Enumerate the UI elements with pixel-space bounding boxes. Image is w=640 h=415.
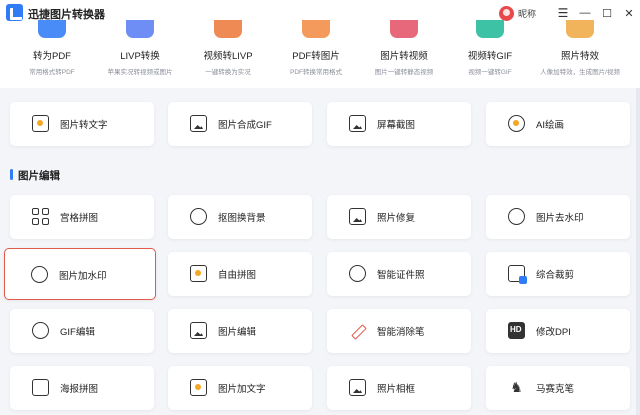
card-gif-edit[interactable]: GIF编辑 — [10, 309, 154, 353]
hd-icon — [508, 322, 525, 339]
screenshot-icon — [349, 115, 366, 132]
mosaic-horse-icon: ♞ — [510, 379, 523, 395]
free-collage-icon — [190, 265, 207, 282]
video-livp-icon — [214, 20, 242, 38]
section-title: 图片编辑 — [18, 170, 60, 182]
ocr-icon — [32, 115, 49, 132]
gif-compose-icon — [190, 115, 207, 132]
tool-label: 图片转视频 — [380, 51, 428, 62]
frame-icon — [349, 379, 366, 396]
maximize-button[interactable]: ☐ — [596, 0, 618, 26]
tool-desc: 视频一键转GIF — [468, 69, 512, 76]
card-screenshot[interactable]: 屏幕截图 — [327, 102, 471, 146]
card-photo-frame[interactable]: 照片相框 — [327, 366, 471, 410]
image-video-icon — [390, 20, 418, 38]
tool-desc: 苹果实况转视频或图片 — [107, 69, 173, 76]
card-image-gif[interactable]: 图片合成GIF — [168, 102, 312, 146]
add-watermark-icon — [31, 266, 48, 283]
poster-icon — [32, 379, 49, 396]
tool-label: LIVP转换 — [120, 51, 160, 62]
tool-desc: 常用格式转PDF — [29, 69, 75, 76]
card-cutout-background[interactable]: 抠图换背景 — [168, 195, 312, 239]
tool-desc: 人像加特效，生成图片/视频 — [540, 69, 620, 76]
card-label: 综合裁剪 — [536, 270, 575, 281]
tool-label: 视频转GIF — [467, 51, 513, 62]
tool-label: 视频转LIVP — [203, 51, 253, 62]
card-label: 海报拼图 — [60, 384, 99, 395]
tool-photo-effects[interactable]: 照片特效 人像加特效，生成图片/视频 — [540, 20, 620, 88]
crop-icon — [508, 265, 527, 284]
tool-desc: 图片一键转静态视频 — [374, 69, 434, 76]
card-label: 屏幕截图 — [377, 120, 416, 131]
tool-row: 转为PDF 常用格式转PDF LIVP转换 苹果实况转视频或图片 视频转LIVP… — [0, 20, 640, 88]
card-label: 图片去水印 — [536, 213, 584, 224]
card-crop[interactable]: 综合裁剪 — [486, 252, 630, 296]
card-label: 智能消除笔 — [377, 327, 425, 338]
nickname[interactable]: 昵称 — [518, 7, 536, 20]
tool-video-to-livp[interactable]: 视频转LIVP 一键转换为实况 — [188, 20, 268, 88]
card-label: 修改DPI — [536, 327, 571, 338]
add-text-icon — [190, 379, 207, 396]
card-image-to-text[interactable]: 图片转文字 — [10, 102, 154, 146]
card-label: 自由拼图 — [218, 270, 257, 281]
card-remove-watermark[interactable]: 图片去水印 — [486, 195, 630, 239]
card-photo-repair[interactable]: 照片修复 — [327, 195, 471, 239]
card-label: 图片转文字 — [60, 120, 108, 131]
grid-icon — [32, 208, 49, 225]
card-label: 宫格拼图 — [60, 213, 99, 224]
tool-pdf-to-image[interactable]: PDF转图片 PDF转换常用格式 — [276, 20, 356, 88]
avatar[interactable] — [498, 5, 514, 21]
card-ai-painting[interactable]: AI绘画 — [486, 102, 630, 146]
card-label: GIF编辑 — [60, 327, 95, 338]
card-label: 照片修复 — [377, 213, 416, 224]
tool-livp[interactable]: LIVP转换 苹果实况转视频或图片 — [100, 20, 180, 88]
scrollbar[interactable] — [636, 88, 640, 415]
tool-image-to-video[interactable]: 图片转视频 图片一键转静态视频 — [364, 20, 444, 88]
id-photo-icon — [349, 265, 366, 282]
effects-icon — [566, 20, 594, 38]
card-label: AI绘画 — [536, 120, 564, 131]
card-mosaic-pen[interactable]: ♞ 马赛克笔 — [486, 366, 630, 410]
card-label: 智能证件照 — [377, 270, 425, 281]
pdf-icon — [38, 20, 66, 38]
card-label: 图片编辑 — [218, 327, 257, 338]
pdf-image-icon — [302, 20, 330, 38]
tool-desc: 一键转换为实况 — [205, 69, 251, 76]
card-grid-collage[interactable]: 宫格拼图 — [10, 195, 154, 239]
card-free-collage[interactable]: 自由拼图 — [168, 252, 312, 296]
section-accent — [10, 169, 13, 180]
card-add-text[interactable]: 图片加文字 — [168, 366, 312, 410]
cutout-icon — [190, 208, 207, 225]
app-logo — [6, 4, 23, 21]
card-label: 抠图换背景 — [218, 213, 266, 224]
palette-icon — [508, 115, 525, 132]
card-label: 图片加文字 — [218, 384, 266, 395]
gif-edit-icon — [32, 322, 49, 339]
tool-desc: PDF转换常用格式 — [290, 69, 342, 76]
gif-icon — [476, 20, 504, 38]
card-id-photo[interactable]: 智能证件照 — [327, 252, 471, 296]
card-modify-dpi[interactable]: 修改DPI — [486, 309, 630, 353]
repair-icon — [349, 208, 366, 225]
remove-watermark-icon — [508, 208, 525, 225]
eraser-pen-icon — [349, 322, 366, 339]
card-poster-collage[interactable]: 海报拼图 — [10, 366, 154, 410]
tool-pdf[interactable]: 转为PDF 常用格式转PDF — [12, 20, 92, 88]
tool-label: PDF转图片 — [292, 51, 340, 62]
tool-label: 转为PDF — [32, 51, 71, 62]
card-image-edit[interactable]: 图片编辑 — [168, 309, 312, 353]
card-label: 照片相框 — [377, 384, 416, 395]
tool-video-to-gif[interactable]: 视频转GIF 视频一键转GIF — [450, 20, 530, 88]
image-edit-icon — [190, 322, 207, 339]
close-button[interactable]: ✕ — [618, 0, 640, 26]
livp-icon — [126, 20, 154, 38]
card-add-watermark[interactable]: 图片加水印 — [4, 248, 156, 300]
card-label: 图片加水印 — [59, 271, 107, 282]
card-label: 图片合成GIF — [218, 120, 272, 131]
tool-label: 照片特效 — [560, 51, 599, 62]
card-label: 马赛克笔 — [536, 384, 575, 395]
card-smart-eraser[interactable]: 智能消除笔 — [327, 309, 471, 353]
